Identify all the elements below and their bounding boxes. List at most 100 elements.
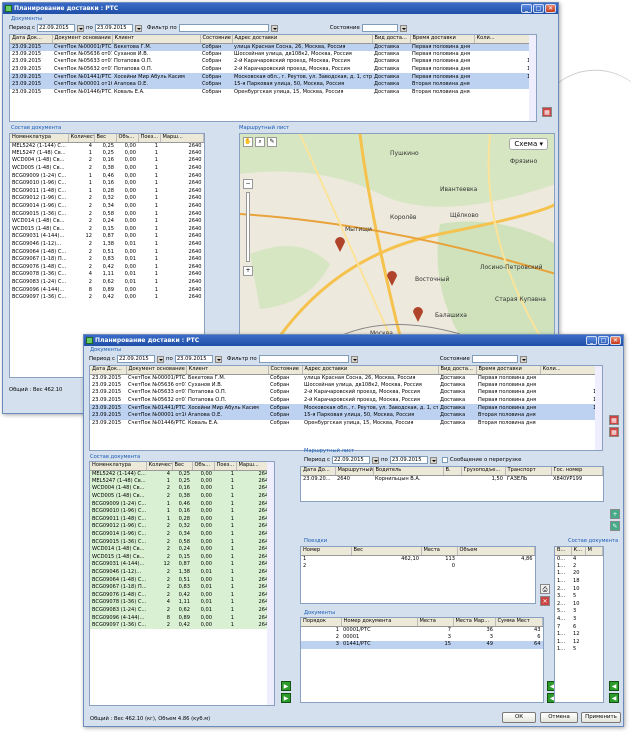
date-to-dropdown[interactable] — [214, 355, 222, 363]
minimize-button[interactable]: _ — [521, 4, 532, 13]
table-row[interactable]: 23.09.2015 СчетПок №01441/РТС... Хосейни М… — [90, 404, 602, 412]
date-from-input[interactable]: 22.09.2015 — [117, 355, 155, 363]
column-header[interactable]: Вес — [94, 134, 117, 143]
column-header[interactable]: Состояние — [268, 366, 303, 375]
table-row[interactable]: BCG09076 (1-48) С... 2 0,42 0,00 1 2640 — [90, 591, 274, 600]
add-route-icon[interactable]: + — [610, 509, 620, 519]
table-row[interactable]: 3... 5 — [555, 593, 603, 601]
table-row[interactable]: WCD015 (1-48) Св... 2 0,15 0,00 1 2640 — [10, 226, 204, 234]
table-row[interactable]: 1... 12 — [555, 631, 603, 639]
table-row[interactable]: BCG09078 (1-36) С... 4 1,11 0,01 1 2640 — [90, 599, 274, 607]
state-dropdown[interactable] — [519, 355, 527, 363]
hand-tool-icon[interactable]: ✋ — [243, 137, 253, 147]
table-row[interactable]: BCG09011 (1-48) С... 1 0,28 0,00 1 2640 — [90, 515, 274, 524]
documents-table[interactable]: Дата Док... Документ основание Клиент Состо… — [9, 34, 537, 122]
table-row[interactable]: WCD015 (1-48) Св... 2 0,15 0,00 1 2640 — [90, 553, 274, 562]
date-to-input[interactable]: 23.09.2015 — [94, 24, 133, 32]
table-row[interactable]: BCG09031 (4-144)... 12 0,87 0,00 1 2640 — [10, 233, 204, 241]
column-header[interactable]: Места — [417, 618, 454, 627]
table-row[interactable]: BCG09067 (1-18) П... 2 0,83 0,01 1 2640 — [90, 583, 274, 592]
table-row[interactable]: BCG09011 (1-48) С... 1 0,28 0,00 1 2640 — [10, 188, 204, 196]
table-row[interactable]: 1... 5 — [555, 646, 603, 654]
table-row[interactable]: BCG09067 (1-18) П... 2 0,83 0,01 1 2640 — [10, 256, 204, 264]
column-header[interactable]: Марш... — [160, 134, 204, 143]
column-header[interactable]: Порядок — [301, 618, 342, 627]
filter-dropdown[interactable] — [350, 355, 358, 363]
documents-table[interactable]: Дата Док... Документ основание Клиент Состо… — [89, 365, 603, 451]
table-row[interactable]: MEL5247 (1-48) Св... 1 0,25 0,00 1 2640 — [90, 477, 274, 486]
column-header[interactable]: Номенклатура — [10, 134, 69, 143]
column-header[interactable]: Объ... — [116, 134, 139, 143]
column-header[interactable]: Клиент — [112, 35, 201, 44]
filter-dropdown[interactable] — [270, 24, 278, 32]
table-row[interactable]: BCG09064 (1-48) С... 2 0,51 0,00 1 2640 — [90, 576, 274, 584]
table-row[interactable]: BCG09078 (1-36) С... 4 1,11 0,01 1 2640 — [10, 271, 204, 279]
table-row[interactable]: 23.09.2015 СчетПок №01441/РТС... Хосейни М… — [10, 73, 536, 81]
state-dropdown[interactable] — [399, 24, 407, 32]
table-row[interactable]: WCD014 (1-48) Св... 2 0,24 0,00 1 2640 — [90, 545, 274, 554]
table-row[interactable]: 23.09.2015 СчетПок №05633 от07...Потапова… — [90, 389, 602, 397]
table-row[interactable]: MEL5242 (1-144) С... 4 0,25 0,00 1 2640 — [90, 470, 274, 478]
table-row[interactable]: BCG09097 (1-36) С... 2 0,42 0,00 1 2640 — [90, 621, 274, 630]
table-row[interactable]: 5... 3 — [555, 608, 603, 616]
table-row[interactable]: WCD014 (1-48) Св... 2 0,24 0,00 1 2640 — [10, 218, 204, 226]
filter-input[interactable] — [258, 355, 349, 363]
column-header[interactable]: Адрес доставки — [302, 366, 439, 375]
magnifier-icon[interactable]: ⌕ — [255, 137, 265, 147]
table-row[interactable]: 23.09.2015 СчетПок №05636 от07...Суханов … — [90, 382, 602, 390]
table-row[interactable]: 2 00001 3 3 6 — [301, 634, 543, 642]
documents-scrollbar[interactable] — [595, 366, 602, 450]
column-header[interactable]: Маршрутный... — [335, 467, 374, 476]
close-button[interactable]: ✕ — [545, 4, 556, 13]
table-row[interactable]: WCD005 (1-48) Св... 2 0,38 0,00 1 2640 — [90, 492, 274, 501]
right-content-table[interactable]: В... К... М 0... 4 1... 2 1... 20 1... 18 2... 10 3..… — [554, 546, 604, 703]
date-to-input[interactable]: 23.09.2015 — [174, 355, 213, 363]
column-header[interactable]: Места Мар... — [453, 618, 496, 627]
table-row[interactable]: BCG09076 (1-48) С... 2 0,42 0,00 1 2640 — [10, 264, 204, 272]
column-header[interactable]: М — [585, 547, 603, 556]
table-row[interactable]: BCG09064 (1-48) С... 2 0,51 0,00 1 2640 — [10, 248, 204, 256]
content-scrollbar[interactable] — [267, 462, 274, 705]
table-row[interactable]: 1... 2 — [555, 563, 603, 571]
route-date-to-input[interactable]: 23.09.2015 — [389, 456, 428, 464]
calculator-icon[interactable]: ▦ — [609, 415, 619, 425]
column-header[interactable]: Состояние — [200, 35, 233, 44]
maximize-button[interactable]: □ — [533, 4, 544, 13]
table-row[interactable]: WCD005 (1-48) Св... 2 0,38 0,00 1 2640 — [10, 165, 204, 173]
table-row[interactable]: 23.09.2015 СчетПок №00001/РТС... Бекетова … — [90, 374, 602, 382]
table-row[interactable]: 23.09.2015 СчетПок №01446/РТС... Коваль Е.… — [90, 420, 602, 428]
column-header[interactable]: Вес — [351, 547, 422, 556]
calculator-icon-2[interactable]: ▦ — [609, 427, 619, 437]
table-row[interactable]: BCG09031 (4-144)... 12 0,87 0,00 1 2640 — [90, 561, 274, 569]
table-row[interactable]: 23.09.2015 СчетПок №00001/РТС... Бекетова … — [10, 43, 536, 51]
maximize-button[interactable]: □ — [598, 336, 609, 345]
table-row[interactable]: BCG09010 (1-96) С... 1 0,16 0,00 1 2640 — [90, 507, 274, 516]
table-row[interactable]: BCG09015 (1-36) С... 2 0,58 0,00 1 2640 — [10, 210, 204, 218]
trips-table[interactable]: Номер Вес Места Объем 1 462,10 113 4,86 2 0 — [300, 546, 536, 604]
column-header[interactable]: Поез... — [138, 134, 161, 143]
right-move-left-all-icon[interactable]: ◀ — [609, 693, 619, 703]
route-documents-table[interactable]: Порядок Номер документа Места Места Мар... С… — [300, 617, 544, 703]
apply-button[interactable]: Применить — [581, 712, 621, 723]
column-header[interactable]: Номер документа — [341, 618, 418, 627]
date-from-input[interactable]: 22.09.2015 — [37, 24, 75, 32]
column-header[interactable]: Время доставки — [476, 366, 541, 375]
table-row[interactable]: 23.09.2015 СчетПок №05632 от07...Потапова… — [90, 397, 602, 405]
state-input[interactable] — [471, 355, 518, 363]
delete-trip-icon[interactable]: ✕ — [540, 596, 550, 606]
table-row[interactable]: 1... 20 — [555, 570, 603, 578]
table-row[interactable]: BCG09010 (1-96) С... 1 0,16 0,00 1 2640 — [10, 180, 204, 188]
content-table[interactable]: НоменклатураКоличест...ВесОбъ...Поез...М… — [89, 461, 275, 706]
column-header[interactable]: Вид доста... — [372, 35, 411, 44]
date-from-dropdown[interactable] — [77, 24, 84, 32]
cancel-button[interactable]: Отмена — [540, 712, 578, 723]
table-row[interactable]: BCG09009 (1-24) С... 1 0,46 0,00 1 2640 — [90, 500, 274, 508]
column-header[interactable]: Количест... — [68, 134, 95, 143]
table-row[interactable]: 23.09.20... 2640 Корнильцын В.А. 1,50 ГАЗЕЛЬ… — [301, 475, 603, 483]
column-header[interactable]: Номенклатура — [90, 462, 147, 471]
column-header[interactable]: Документ основание — [52, 35, 113, 44]
column-header[interactable]: Транспорт — [505, 467, 552, 476]
table-row[interactable]: 23.09.2015СчетПок №00001 от16...Агапова … — [90, 411, 602, 420]
table-row[interactable]: WCD004 (1-48) Св... 2 0,16 0,00 1 2640 — [10, 157, 204, 165]
column-header[interactable]: Дата Док... — [90, 366, 127, 375]
